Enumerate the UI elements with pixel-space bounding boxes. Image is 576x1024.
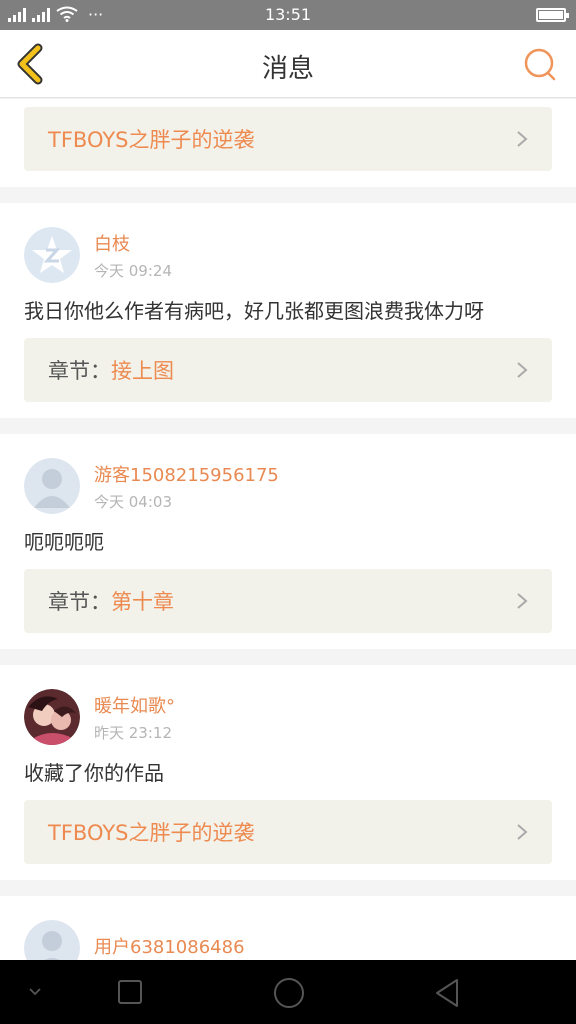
hide-keyboard-icon[interactable]	[28, 986, 42, 998]
chevron-right-icon	[517, 362, 528, 378]
user-row: 用户6381086486	[24, 920, 552, 960]
work-title: TFBOYS之胖子的逆袭	[48, 128, 255, 152]
user-row: 游客1508215956175 今天 04:03	[24, 458, 552, 514]
message-time: 今天 04:03	[94, 492, 172, 511]
chevron-right-icon	[517, 824, 528, 840]
message-card: 暖年如歌° 昨天 23:12 收藏了你的作品 TFBOYS之胖子的逆袭	[0, 665, 576, 880]
comment-text: 我日你他么作者有病吧，好几张都更图浪费我体力呀	[24, 299, 484, 321]
message-time: 昨天 23:12	[94, 723, 172, 742]
home-button[interactable]	[273, 977, 305, 1009]
message-feed[interactable]: TFBOYS之胖子的逆袭 白枝 今天 09:24 我日你他么作者有病吧，好几张都…	[0, 99, 576, 960]
page-title: 消息	[261, 54, 314, 84]
battery-icon	[536, 8, 569, 22]
back-nav-button[interactable]	[431, 977, 463, 1009]
message-card: 用户6381086486	[0, 896, 576, 960]
chapter-title: 接上图	[111, 359, 174, 383]
default-avatar[interactable]	[24, 458, 80, 514]
app-header: 消息	[0, 30, 576, 98]
chevron-right-icon	[517, 593, 528, 609]
message-time: 今天 09:24	[94, 261, 172, 280]
user-row: 暖年如歌° 昨天 23:12	[24, 689, 552, 745]
message-card: TFBOYS之胖子的逆袭	[0, 99, 576, 187]
comment-text: 呃呃呃呃	[24, 530, 104, 552]
chevron-right-icon	[517, 131, 528, 147]
status-time: 13:51	[264, 5, 312, 24]
message-card: 游客1508215956175 今天 04:03 呃呃呃呃 章节： 第十章	[0, 434, 576, 649]
recent-apps-button[interactable]	[117, 979, 143, 1005]
username[interactable]: 白枝	[94, 230, 172, 256]
photo-avatar[interactable]	[24, 689, 80, 745]
chapter-prefix: 章节：	[48, 590, 111, 614]
username[interactable]: 游客1508215956175	[94, 461, 279, 487]
system-nav-bar	[0, 960, 576, 1024]
default-avatar[interactable]	[24, 920, 80, 960]
work-link[interactable]: TFBOYS之胖子的逆袭	[24, 107, 552, 171]
work-title: TFBOYS之胖子的逆袭	[48, 821, 255, 845]
user-row: 白枝 今天 09:24	[24, 227, 552, 283]
comment-text: 收藏了你的作品	[24, 761, 164, 783]
search-button[interactable]	[522, 46, 558, 82]
status-bar: ··· 13:51	[0, 0, 576, 30]
chapter-link[interactable]: 章节： 第十章	[24, 569, 552, 633]
chapter-prefix: 章节：	[48, 359, 111, 383]
username[interactable]: 用户6381086486	[94, 933, 245, 959]
work-link[interactable]: TFBOYS之胖子的逆袭	[24, 800, 552, 864]
message-card: 白枝 今天 09:24 我日你他么作者有病吧，好几张都更图浪费我体力呀 章节： …	[0, 203, 576, 418]
chapter-title: 第十章	[111, 590, 174, 614]
username[interactable]: 暖年如歌°	[94, 692, 175, 718]
chapter-link[interactable]: 章节： 接上图	[24, 338, 552, 402]
qzone-avatar[interactable]	[24, 227, 80, 283]
